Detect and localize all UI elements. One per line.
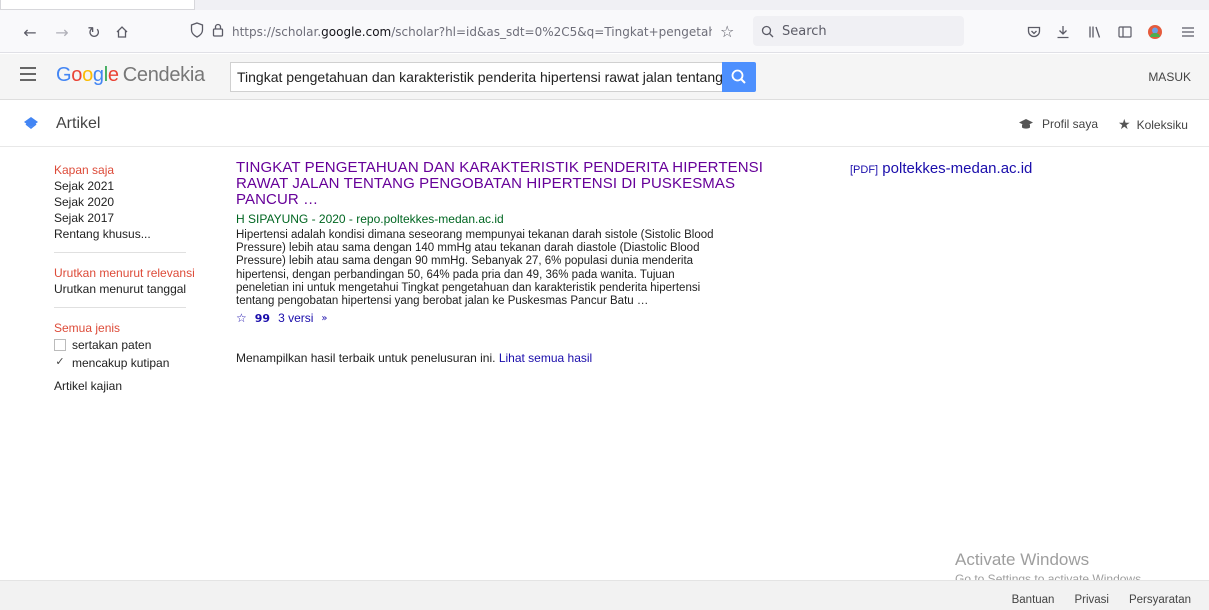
browser-search-placeholder: Search [782,23,827,39]
my-library-label: Koleksiku [1136,118,1188,132]
shield-icon[interactable] [190,21,204,43]
pocket-icon[interactable] [1024,22,1044,42]
result-snippet: Hipertensi adalah kondisi dimana seseora… [236,229,714,308]
scholar-header: Google Cendekia Tingkat pengetahuan dan k… [0,54,1209,100]
star-icon: ★ [1118,117,1131,133]
include-patents-checkbox[interactable] [54,339,66,351]
tab-strip [0,0,1209,10]
sidebar-toggle-icon[interactable] [1115,22,1135,42]
google-scholar-logo[interactable]: Google Cendekia [56,64,205,87]
sort-by-relevance[interactable]: Urutkan menurut relevansi [54,265,195,281]
signin-button[interactable]: MASUK [1148,70,1191,84]
save-star-icon[interactable]: ☆ [236,311,247,325]
time-filter-2017[interactable]: Sejak 2017 [54,210,194,226]
pdf-tag: [PDF] [850,164,879,176]
notice-text: Menampilkan hasil terbaik untuk penelusu… [236,351,496,365]
scholar-subheader: Artikel Profil saya ★ Koleksiku [0,101,1209,147]
account-avatar-icon[interactable] [1145,22,1165,42]
help-link[interactable]: Bantuan [1012,594,1055,606]
result-author-source: H SIPAYUNG - 2020 - repo.poltekkes-medan… [236,212,504,226]
bookmark-star-icon[interactable]: ☆ [720,22,734,41]
time-filter-2020[interactable]: Sejak 2020 [54,194,194,210]
include-citations-label: mencakup kutipan [72,356,170,370]
search-icon [731,69,746,84]
scholar-search-input[interactable]: Tingkat pengetahuan dan karakteristik pe… [230,62,722,92]
graduation-cap-icon [1019,119,1033,129]
active-tab[interactable] [0,0,195,10]
time-filter-any[interactable]: Kapan saja [54,162,194,178]
download-icon[interactable] [1053,22,1073,42]
result-title-link[interactable]: TINGKAT PENGETAHUAN DAN KARAKTERISTIK PE… [236,160,770,208]
lock-icon[interactable] [212,23,224,42]
browser-search-box[interactable]: Search [753,16,964,46]
time-filter-custom[interactable]: Rentang khusus... [54,226,194,242]
url-text[interactable]: https://scholar.google.com/scholar?hl=id… [232,25,712,39]
address-bar[interactable]: https://scholar.google.com/scholar?hl=id… [190,16,744,48]
search-button[interactable] [722,62,756,92]
sort-by-date[interactable]: Urutkan menurut tanggal [54,281,194,297]
divider [54,307,186,308]
my-profile-link[interactable]: Profil saya [1018,117,1098,131]
include-citations-option[interactable]: ✓ mencakup kutipan [54,354,194,372]
filter-sidebar: Kapan saja Sejak 2021 Sejak 2020 Sejak 2… [54,162,195,394]
my-profile-label: Profil saya [1042,117,1099,131]
divider [54,252,186,253]
cite-quote-icon[interactable]: 99 [255,312,270,325]
watermark-title: Activate Windows [955,550,1090,569]
browser-toolbar: ← → ↻ https://scholar.google.com/scholar… [0,10,1209,53]
search-result: TINGKAT PENGETAHUAN DAN KARAKTERISTIK PE… [236,160,770,326]
page-footer: Bantuan Privasi Persyaratan [0,580,1209,610]
footer-links: Bantuan Privasi Persyaratan [992,594,1191,606]
include-citations-checkbox[interactable]: ✓ [54,356,66,369]
include-patents-label: sertakan paten [72,338,152,352]
time-filter-2021[interactable]: Sejak 2021 [54,178,194,194]
versions-link[interactable]: 3 versi [278,311,313,325]
include-patents-option[interactable]: sertakan paten [54,336,194,354]
review-articles-filter[interactable]: Artikel kajian [54,378,194,394]
back-arrow-icon[interactable]: ← [18,21,42,43]
privacy-link[interactable]: Privasi [1074,594,1109,606]
my-library-link[interactable]: ★ Koleksiku [1118,117,1188,133]
best-results-notice: Menampilkan hasil terbaik untuk penelusu… [236,351,592,365]
result-actions: ☆ 99 3 versi » [236,311,770,325]
forward-arrow-icon[interactable]: → [50,21,74,43]
pdf-domain: poltekkes-medan.ac.id [882,160,1033,177]
menu-icon[interactable] [1178,22,1198,42]
terms-link[interactable]: Persyaratan [1129,594,1191,606]
section-title: Artikel [56,115,101,132]
articles-icon [24,117,38,129]
hamburger-menu-icon[interactable] [20,67,36,81]
logo-product-name: Cendekia [122,64,205,86]
reload-icon[interactable]: ↻ [82,21,106,43]
type-filter-all[interactable]: Semua jenis [54,320,194,336]
more-chevron-icon[interactable]: » [321,313,327,324]
search-icon [761,25,774,37]
pdf-link[interactable]: [PDF] poltekkes-medan.ac.id [850,160,1032,177]
home-icon[interactable] [110,21,134,43]
library-icon[interactable] [1085,22,1105,42]
show-all-results-link[interactable]: Lihat semua hasil [499,351,592,365]
